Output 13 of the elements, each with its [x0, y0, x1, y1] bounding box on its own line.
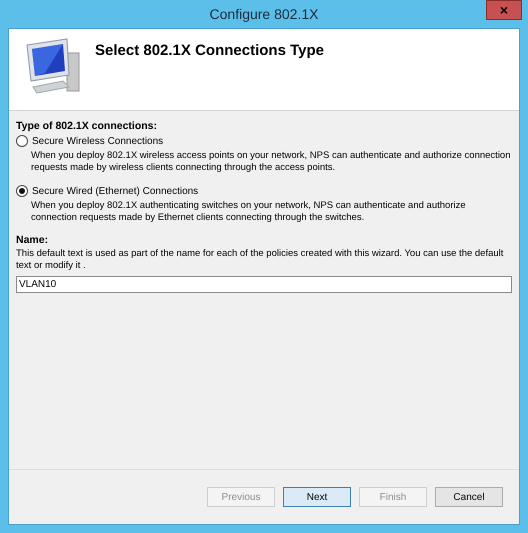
- name-label: Name:: [16, 234, 48, 246]
- wizard-button[interactable]: Cancel: [435, 487, 503, 507]
- window-title: Configure 802.1X: [210, 6, 318, 22]
- close-button[interactable]: ×: [486, 0, 522, 20]
- radio-option[interactable]: Secure Wired (Ethernet) Connections: [16, 185, 198, 197]
- section-label: Type of 802.1X connections:: [16, 120, 158, 132]
- page-heading: Select 802.1X Connections Type: [95, 42, 324, 59]
- radio-option[interactable]: Secure Wireless Connections: [16, 135, 164, 147]
- wizard-button[interactable]: Next: [283, 487, 351, 507]
- option-description: When you deploy 802.1X authenticating switches on your network, NPS can authenticate and authorize connection requests made by Ethernet clients connecting through the switches.: [31, 200, 467, 224]
- option-description: When you deploy 802.1X wireless access points on your network, NPS can authenticate and authorize connection requests made by wireless clients connecting through the access points.: [31, 150, 512, 174]
- name-field[interactable]: VLAN10: [16, 276, 512, 293]
- name-description: This default text is used as part of the name for each of the policies created with this wizard. You can use the default text or modify it .: [16, 248, 504, 272]
